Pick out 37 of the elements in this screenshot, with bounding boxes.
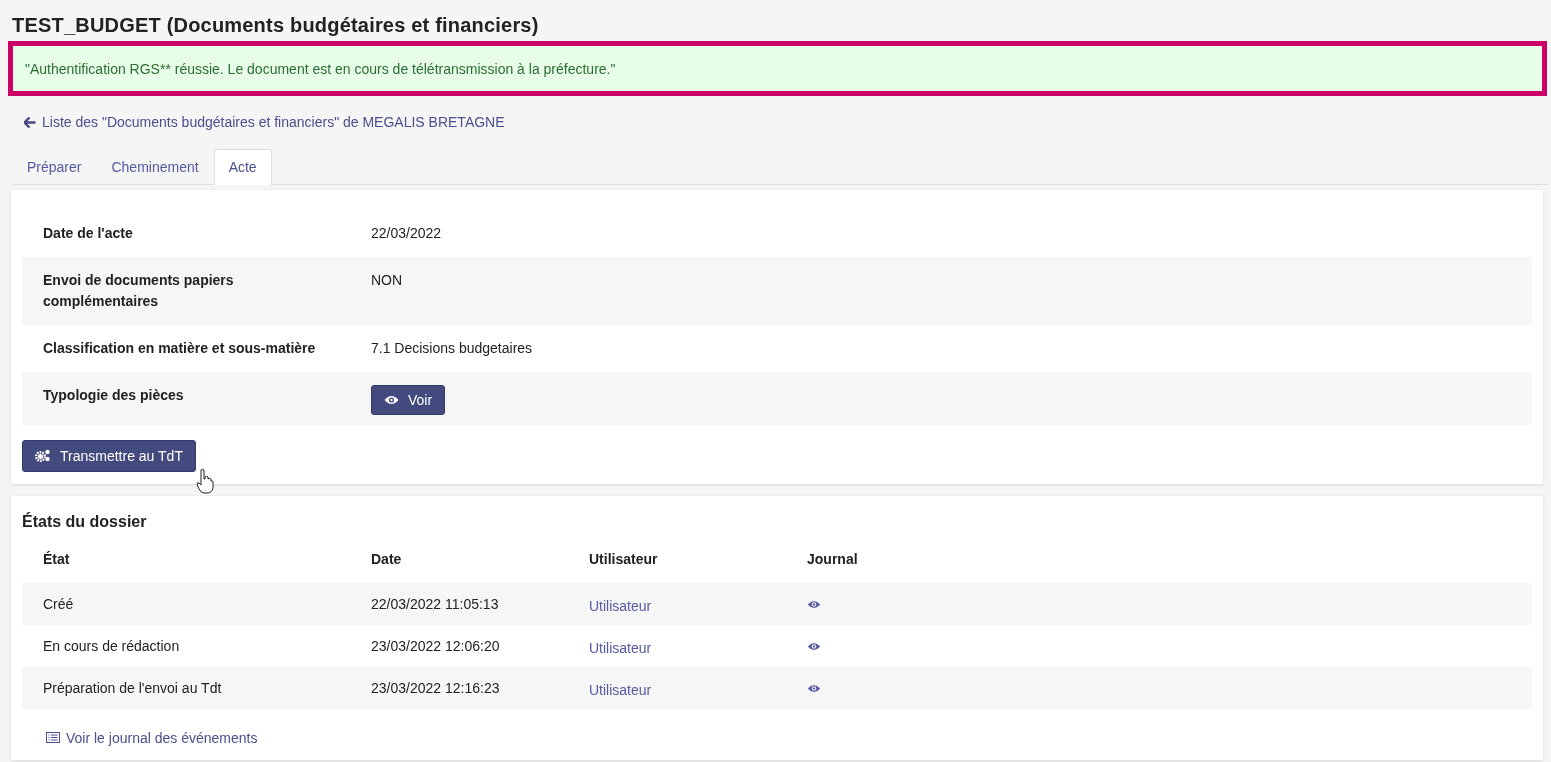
table-cell-text: 23/03/2022 12:16:23 (371, 679, 501, 696)
tab[interactable]: Cheminement (96, 148, 214, 185)
transmit-button[interactable]: Transmettre au TdT (22, 439, 196, 472)
section-title: États du dossier (22, 511, 148, 532)
table-cell-text: 23/03/2022 12:06:20 (371, 637, 501, 654)
user-link[interactable]: Utilisateur (589, 639, 652, 656)
field-value: 22/03/2022 (371, 224, 442, 241)
column-header: Utilisateur (589, 551, 659, 567)
table-cell-text: Préparation de l'envoi au Tdt (43, 679, 223, 696)
eye-icon[interactable] (807, 599, 821, 609)
field-label: Typologie des pièces (43, 385, 185, 405)
field-value: NON (371, 271, 403, 288)
field-value: 7.1 Decisions budgetaires (371, 339, 533, 356)
eye-icon (384, 394, 399, 405)
eye-icon[interactable] (807, 683, 821, 693)
page-title: TEST_BUDGET (Documents budgétaires et financiers) (12, 13, 540, 38)
user-link[interactable]: Utilisateur (589, 597, 652, 614)
field-label: Envoi de documents papiers complémentaires (43, 270, 235, 311)
user-link[interactable]: Utilisateur (589, 681, 652, 698)
back-link[interactable]: Liste des "Documents budgétaires et financiers" de MEGALIS BRETAGNE (24, 114, 505, 130)
left-arrow-icon (24, 116, 36, 128)
column-header: Date (371, 551, 403, 567)
tab[interactable]: Préparer (12, 148, 97, 185)
table-cell-text: 22/03/2022 11:05:13 (371, 595, 500, 612)
table-cell-text: Créé (43, 595, 75, 612)
success-alert: "Authentification RGS** réussie. Le document est en cours de télétransmission à la préfecture." (8, 41, 1547, 96)
table-cell-text: En cours de rédaction (43, 637, 181, 654)
field-label: Classification en matière et sous-matière (43, 338, 317, 358)
list-icon (46, 732, 60, 743)
field-label: Date de l'acte (43, 223, 134, 243)
view-button[interactable]: Voir (371, 384, 446, 415)
column-header: État (43, 551, 71, 567)
eye-icon[interactable] (807, 641, 821, 651)
tab[interactable]: Acte (213, 148, 272, 185)
gears-icon (35, 449, 51, 462)
journal-link[interactable]: Voir le journal des événements (46, 729, 258, 746)
column-header: Journal (807, 551, 859, 567)
